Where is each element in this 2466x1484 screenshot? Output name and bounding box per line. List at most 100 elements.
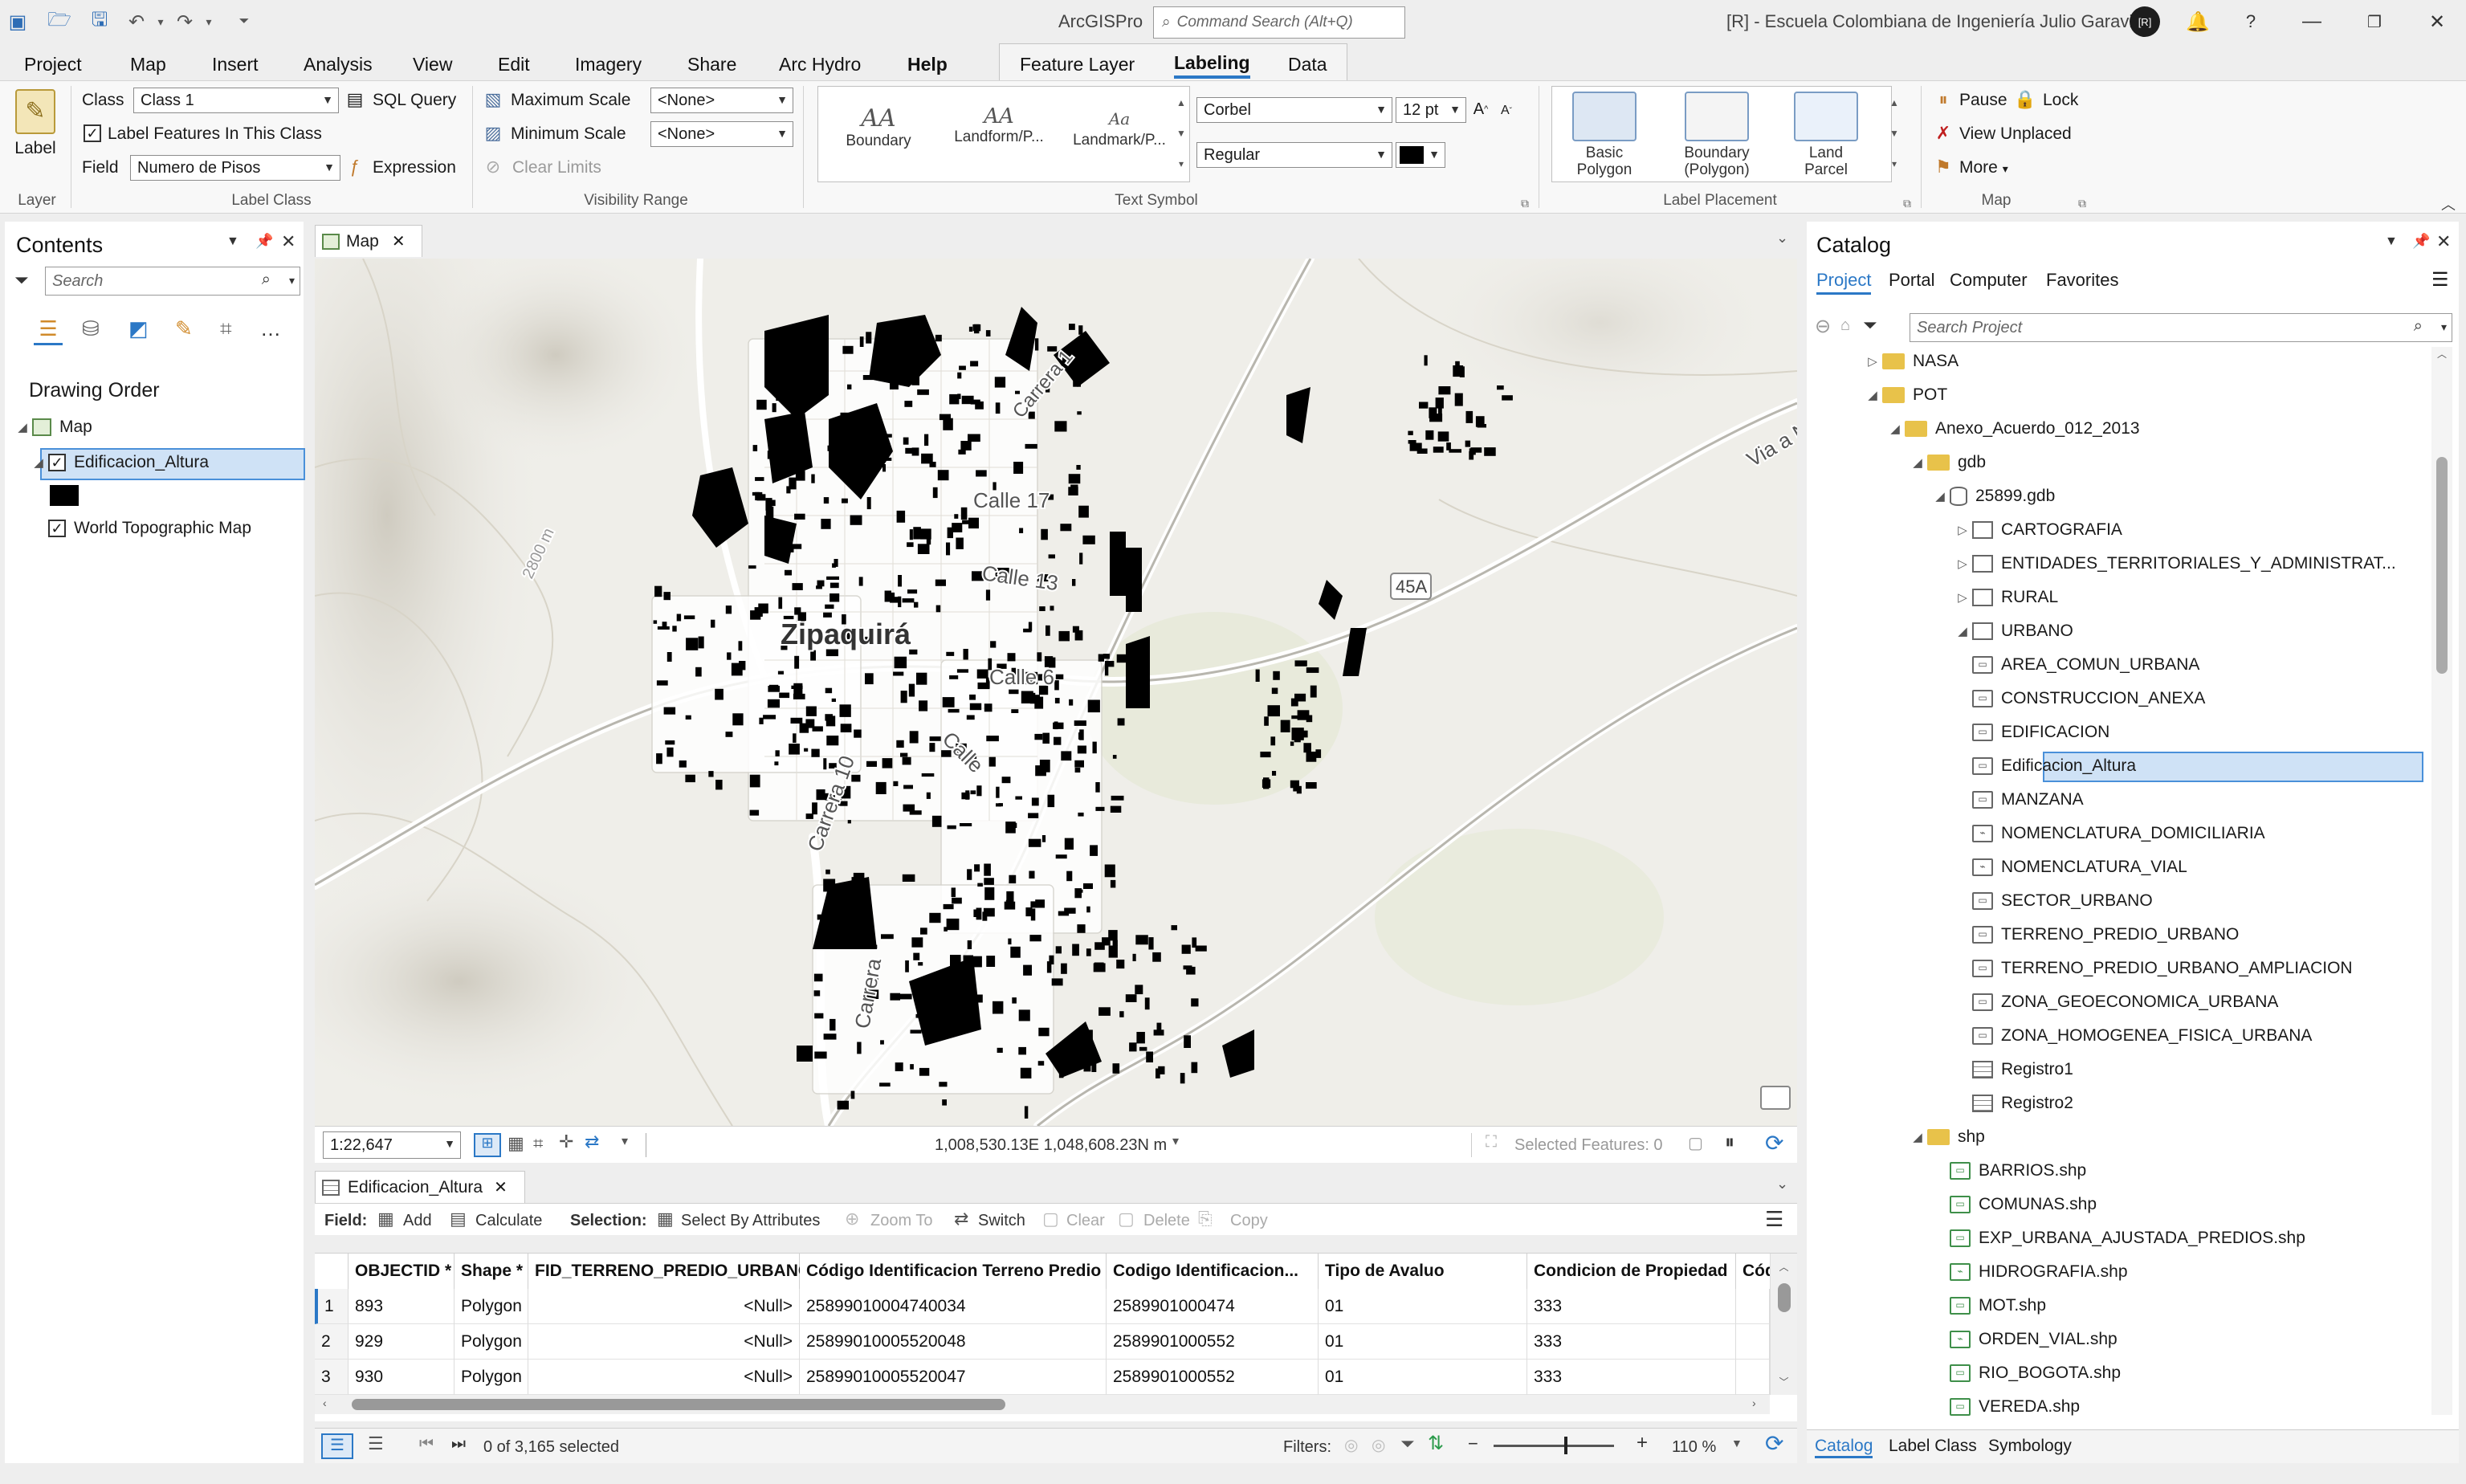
command-search-input[interactable]: ⌕ Command Search (Alt+Q) xyxy=(1153,6,1405,39)
collapse-ribbon-icon[interactable]: ︿ xyxy=(2441,194,2456,214)
last-record-icon[interactable]: ⏭ xyxy=(451,1435,466,1453)
scroll-up-icon[interactable]: ︿ xyxy=(1771,1260,1797,1274)
catalog-item[interactable]: ▭ COMUNAS.shp xyxy=(1930,1195,2097,1214)
catalog-item[interactable]: ▭ SECTOR_URBANO xyxy=(1953,891,2153,911)
expression-button[interactable]: Expression xyxy=(373,158,456,177)
catalog-item[interactable]: ◢ gdb xyxy=(1908,453,1986,472)
delete-button[interactable]: Delete xyxy=(1143,1212,1190,1230)
open-project-icon[interactable]: 🗁 xyxy=(45,8,74,35)
catalog-tab-computer[interactable]: Computer xyxy=(1950,270,2028,291)
text-style-landform[interactable]: AA Landform/P... xyxy=(939,104,1059,146)
catalog-item[interactable]: ▭ MANZANA xyxy=(1953,790,2084,809)
catalog-item[interactable]: ▭ EXP_URBANA_AJUSTADA_PREDIOS.shp xyxy=(1930,1229,2305,1248)
table-cell[interactable]: 25899010005520048 xyxy=(800,1324,1107,1360)
scroll-thumb[interactable] xyxy=(352,1399,1005,1410)
text-style-landmark[interactable]: Aa Landmark/P... xyxy=(1059,104,1180,149)
show-all-records-icon[interactable]: ☰ xyxy=(321,1433,353,1459)
scale-select[interactable]: 1:22,647 ▼ xyxy=(323,1131,461,1159)
avatar[interactable]: [R] xyxy=(2130,6,2160,37)
tab-help[interactable]: Help xyxy=(907,50,948,79)
filter-extent-icon[interactable]: ◎ xyxy=(1344,1435,1358,1455)
close-window-icon[interactable]: ✕ xyxy=(2419,8,2456,35)
tab-feature-layer[interactable]: Feature Layer xyxy=(1020,50,1135,79)
maximum-scale-label[interactable]: Maximum Scale xyxy=(511,91,630,110)
catalog-item[interactable]: ▷ RURAL xyxy=(1953,588,2058,607)
horizontal-scrollbar[interactable]: ‹ › xyxy=(315,1395,1770,1414)
bottom-tab-symbology[interactable]: Symbology xyxy=(1988,1437,2072,1456)
table-cell[interactable]: 893 xyxy=(349,1289,454,1324)
increase-font-size-icon[interactable]: A ^ xyxy=(1469,99,1492,120)
catalog-item[interactable]: ◢ 25899.gdb xyxy=(1930,487,2055,506)
placement-basic-polygon[interactable]: Basic Polygon xyxy=(1552,92,1657,178)
expand-arrow-icon[interactable]: ◢ xyxy=(1863,388,1882,402)
row-number[interactable]: 3 xyxy=(315,1360,349,1395)
vertical-scrollbar[interactable]: ︿ ﹀ xyxy=(1770,1254,1797,1395)
table-cell[interactable]: <Null> xyxy=(528,1360,800,1395)
clear-button[interactable]: Clear xyxy=(1066,1212,1105,1230)
list-by-editing-icon[interactable]: ✎ xyxy=(175,316,193,341)
refresh-icon[interactable]: ⟳ xyxy=(1765,1130,1783,1156)
column-header-condicion-propiedad[interactable]: Condicion de Propiedad xyxy=(1527,1254,1736,1289)
list-by-snapping-icon[interactable]: ⌗ xyxy=(220,316,232,342)
dialog-launcher-icon[interactable]: ⧉ xyxy=(2078,197,2086,210)
font-select[interactable]: Corbel ▼ xyxy=(1196,97,1392,123)
catalog-item[interactable]: ⌁ NOMENCLATURA_VIAL xyxy=(1953,858,2187,877)
catalog-tab-favorites[interactable]: Favorites xyxy=(2046,270,2118,291)
tab-labeling[interactable]: Labeling xyxy=(1174,50,1250,79)
gallery-scroll-icon[interactable]: ▲ ▼ ▾ xyxy=(1887,88,1901,181)
collapse-arrow-icon[interactable]: ◢ xyxy=(29,455,48,470)
dialog-launcher-icon[interactable]: ⧉ xyxy=(1521,197,1529,210)
catalog-item[interactable]: ▭ Edificacion_Altura xyxy=(1953,756,2136,776)
filter-selection-icon[interactable]: ◎ xyxy=(1372,1435,1385,1455)
pane-options-icon[interactable]: ▼ xyxy=(226,234,239,249)
map-node[interactable]: ◢ Map xyxy=(13,418,92,437)
column-header-shape[interactable]: Shape * xyxy=(454,1254,528,1289)
table-cell[interactable]: 01 xyxy=(1319,1289,1527,1324)
table-cell[interactable]: 333 xyxy=(1527,1360,1736,1395)
layer-edificacion-altura[interactable]: ◢ ✓ Edificacion_Altura xyxy=(29,453,209,472)
contents-search-input[interactable]: Search ⌕ ▾ xyxy=(45,267,300,296)
scroll-left-icon[interactable]: ‹ xyxy=(323,1396,327,1409)
minimize-icon[interactable]: — xyxy=(2293,8,2330,35)
catalog-item[interactable]: ▭ EDIFICACION xyxy=(1953,723,2109,742)
expand-arrow-icon[interactable]: ◢ xyxy=(1953,624,1972,638)
table-cell[interactable]: 2589901000474 xyxy=(1107,1289,1319,1324)
bottom-tab-catalog[interactable]: Catalog xyxy=(1815,1437,1873,1458)
table-cell[interactable] xyxy=(1736,1289,1770,1324)
scroll-up-icon[interactable]: ︿ xyxy=(2431,347,2452,361)
more-options-icon[interactable]: … xyxy=(260,316,281,341)
layer-visibility-checkbox[interactable]: ✓ xyxy=(48,454,66,471)
new-project-icon[interactable]: ▣ xyxy=(3,8,32,35)
tab-arc-hydro[interactable]: Arc Hydro xyxy=(779,50,861,79)
pin-icon[interactable]: 📌 xyxy=(2412,233,2430,250)
map-view-tab[interactable]: Map ✕ xyxy=(315,225,422,257)
list-by-source-icon[interactable]: ⛁ xyxy=(82,316,100,341)
expand-arrow-icon[interactable]: ▷ xyxy=(1953,590,1972,605)
sort-icon[interactable]: ⇅ xyxy=(1428,1432,1444,1455)
table-cell[interactable]: Polygon xyxy=(454,1289,528,1324)
label-features-checkbox[interactable]: ✓ xyxy=(84,124,101,142)
list-by-drawing-order-icon[interactable]: ☰ xyxy=(34,316,63,345)
placement-land-parcel[interactable]: Land Parcel xyxy=(1774,92,1878,178)
save-project-icon[interactable]: 🖫 xyxy=(85,8,114,35)
tab-share[interactable]: Share xyxy=(687,50,736,79)
table-cell[interactable]: Polygon xyxy=(454,1360,528,1395)
up-folder-icon[interactable]: ⌂ xyxy=(1840,316,1850,335)
grid-icon[interactable]: ⊞ xyxy=(474,1133,501,1157)
pause-drawing-icon[interactable]: ⏸ xyxy=(1725,1131,1734,1154)
zoom-slider-thumb[interactable] xyxy=(1564,1437,1567,1454)
filter-definition-icon[interactable]: ⏷ xyxy=(1400,1433,1415,1454)
column-header-codigo-identificacion[interactable]: Codigo Identificacion... xyxy=(1107,1254,1319,1289)
catalog-menu-icon[interactable]: ☰ xyxy=(2431,268,2449,292)
placement-boundary-polygon[interactable]: Boundary (Polygon) xyxy=(1665,92,1769,178)
catalog-item[interactable]: ▭ TERRENO_PREDIO_URBANO_AMPLIACION xyxy=(1953,959,2353,978)
restore-icon[interactable]: ❐ xyxy=(2356,8,2393,35)
layer-world-topographic-map[interactable]: ✓ World Topographic Map xyxy=(29,519,251,538)
expand-arrow-icon[interactable]: ◢ xyxy=(1930,489,1950,503)
expand-arrow-icon[interactable]: ▷ xyxy=(1953,556,1972,571)
expand-arrow-icon[interactable]: ◢ xyxy=(1908,1130,1927,1144)
attribute-table-tab[interactable]: Edificacion_Altura ✕ xyxy=(315,1171,525,1203)
tab-view[interactable]: View xyxy=(413,50,452,79)
catalog-search-input[interactable]: Search Project ⌕ ▾ xyxy=(1910,313,2452,342)
zoom-out-icon[interactable]: − xyxy=(1468,1433,1478,1454)
